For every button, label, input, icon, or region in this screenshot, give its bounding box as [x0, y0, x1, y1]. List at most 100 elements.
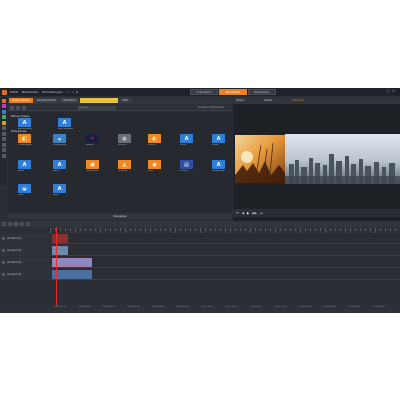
- redo-icon[interactable]: ↷: [71, 90, 74, 94]
- library-item[interactable]: A Rollen: [18, 160, 31, 172]
- skip-start-icon[interactable]: ⏮: [236, 211, 239, 215]
- library-item[interactable]: ◍ Wischen: [118, 134, 131, 146]
- step-forward-icon[interactable]: ▶▶: [252, 211, 257, 215]
- eye-icon[interactable]: [2, 261, 5, 264]
- tab-titles[interactable]: Titel: [119, 98, 131, 103]
- library-toolbar: Suchen Sortieren: Nach Name: [8, 105, 232, 111]
- skip-end-icon[interactable]: ⏭: [260, 211, 263, 215]
- library-item[interactable]: ◉ Kreis: [148, 160, 161, 172]
- title-tool-icon[interactable]: [1, 120, 6, 125]
- library-item[interactable]: A Nach Kategorie: [58, 118, 73, 130]
- ruler-tick: [340, 228, 341, 231]
- library-item[interactable]: A Zoom: [180, 134, 193, 146]
- ruler-tick: [160, 228, 161, 231]
- library-item[interactable]: ▤ Streifen: [180, 160, 193, 172]
- a-icon: A: [212, 160, 225, 169]
- player-title: Player: [236, 99, 245, 102]
- media-tool-icon[interactable]: [1, 98, 6, 103]
- project-tool-icon[interactable]: [1, 104, 6, 108]
- favorites-tool-icon[interactable]: [1, 153, 6, 158]
- time-label: 00:00:50:00: [274, 306, 287, 308]
- library-item[interactable]: ◭ Schieben: [118, 160, 131, 172]
- library-item[interactable]: ◐ Drehen: [148, 134, 161, 146]
- tab-label: Kompositionen: [37, 99, 57, 102]
- transition-tool-icon[interactable]: [1, 109, 6, 114]
- step-back-icon[interactable]: ◀: [242, 211, 244, 215]
- sound-tool-icon[interactable]: [1, 126, 6, 130]
- play-icon[interactable]: ▶: [247, 211, 249, 215]
- library-item[interactable]: A Kreuzblende: [212, 160, 225, 172]
- ruler-tick: [385, 228, 386, 231]
- save-icon[interactable]: ▪: [76, 90, 78, 94]
- tab-library[interactable]: Bibliothek: [60, 98, 80, 103]
- tab-compositions[interactable]: Kompositionen: [34, 98, 60, 103]
- search-placeholder: Suchen: [79, 106, 88, 109]
- tab-active-collection[interactable]: [80, 98, 119, 103]
- effects-tool-icon[interactable]: [1, 115, 6, 119]
- library-item[interactable]: A Falten: [53, 184, 66, 196]
- marker-icon[interactable]: [26, 222, 30, 226]
- timeline-clip[interactable]: [52, 258, 92, 267]
- library-item[interactable]: A Würfel: [53, 160, 66, 172]
- disc-tool-icon[interactable]: [1, 131, 6, 136]
- razor-icon[interactable]: [2, 222, 6, 226]
- sunset-thumbnail: [235, 135, 285, 183]
- library-item[interactable]: ▦ 3D-Übergang: [53, 134, 66, 146]
- forward-icon[interactable]: [16, 105, 20, 110]
- menu-einstellungen[interactable]: Einstellungen: [43, 90, 63, 94]
- sort-label[interactable]: Sortieren: Nach Name: [198, 106, 224, 109]
- timeline-clip[interactable]: [52, 270, 92, 279]
- view-icon[interactable]: [22, 105, 26, 110]
- tab-label: Meine Medien: [12, 99, 31, 102]
- back-icon[interactable]: [10, 105, 14, 110]
- transition-icon: ✦: [86, 134, 99, 143]
- item-caption: Zoom: [180, 143, 186, 146]
- trash-icon[interactable]: [8, 222, 12, 226]
- item-caption: Alle Elemente: [18, 127, 32, 130]
- ruler-tick: [355, 228, 356, 231]
- library-item[interactable]: ✦ Blende: [86, 134, 99, 146]
- minimize-icon[interactable]: –: [381, 89, 383, 93]
- track-row[interactable]: A/V-Spur (2): [0, 245, 400, 256]
- item-caption: Streifen: [180, 169, 188, 172]
- tab-my-media[interactable]: Meine Medien: [9, 98, 34, 103]
- timeline-clip[interactable]: [52, 234, 68, 243]
- ruler-tick: [115, 228, 116, 231]
- montage-tool-icon[interactable]: [1, 137, 6, 141]
- track-row[interactable]: A/V-Spur (4): [0, 269, 400, 280]
- library-item[interactable]: A Alle Elemente: [18, 118, 32, 130]
- track-row[interactable]: A/V-Spur (1): [0, 233, 400, 244]
- mode-export-button[interactable]: Exportieren: [248, 89, 276, 95]
- library-item[interactable]: ◧ 2D-Übergang: [18, 134, 31, 146]
- eye-icon[interactable]: [2, 273, 5, 276]
- search-input[interactable]: Suchen: [78, 106, 116, 110]
- ruler-tick: [380, 228, 381, 231]
- volume-icon[interactable]: [20, 222, 24, 226]
- time-label: 00:00:25:00: [152, 306, 165, 308]
- ruler-tick: [80, 228, 81, 231]
- timeline-clip[interactable]: [52, 246, 68, 255]
- close-icon[interactable]: ×: [392, 89, 395, 93]
- menu-bearbeiten[interactable]: Bearbeiten: [22, 90, 38, 94]
- tab-source[interactable]: Quelle: [264, 99, 272, 102]
- ruler-tick: [220, 228, 221, 231]
- search-tool-icon[interactable]: [1, 148, 6, 152]
- mode-edit-button[interactable]: Bearbeiten: [219, 89, 247, 95]
- ruler-tick: [65, 228, 66, 231]
- ruler-tick: [170, 228, 171, 231]
- library-item[interactable]: ▣ Verschieben: [86, 160, 99, 172]
- eye-icon[interactable]: [2, 249, 5, 252]
- undo-icon[interactable]: ↶: [67, 90, 70, 94]
- maximize-icon[interactable]: □: [386, 89, 389, 93]
- track-row[interactable]: A/V-Spur (3): [0, 257, 400, 268]
- eye-icon[interactable]: [2, 237, 5, 240]
- mode-import-button[interactable]: Importieren: [190, 89, 218, 95]
- timeline-playhead[interactable]: [56, 227, 57, 313]
- library-item[interactable]: ◒ Teilen: [18, 184, 31, 196]
- collection-tool-icon[interactable]: [1, 142, 6, 147]
- magnet-icon[interactable]: [14, 222, 18, 226]
- tab-timeline[interactable]: Timeline: [292, 99, 303, 102]
- menu-datei[interactable]: Datei: [10, 90, 18, 94]
- library-item[interactable]: A Morph: [212, 134, 225, 146]
- ruler-tick: [315, 228, 316, 231]
